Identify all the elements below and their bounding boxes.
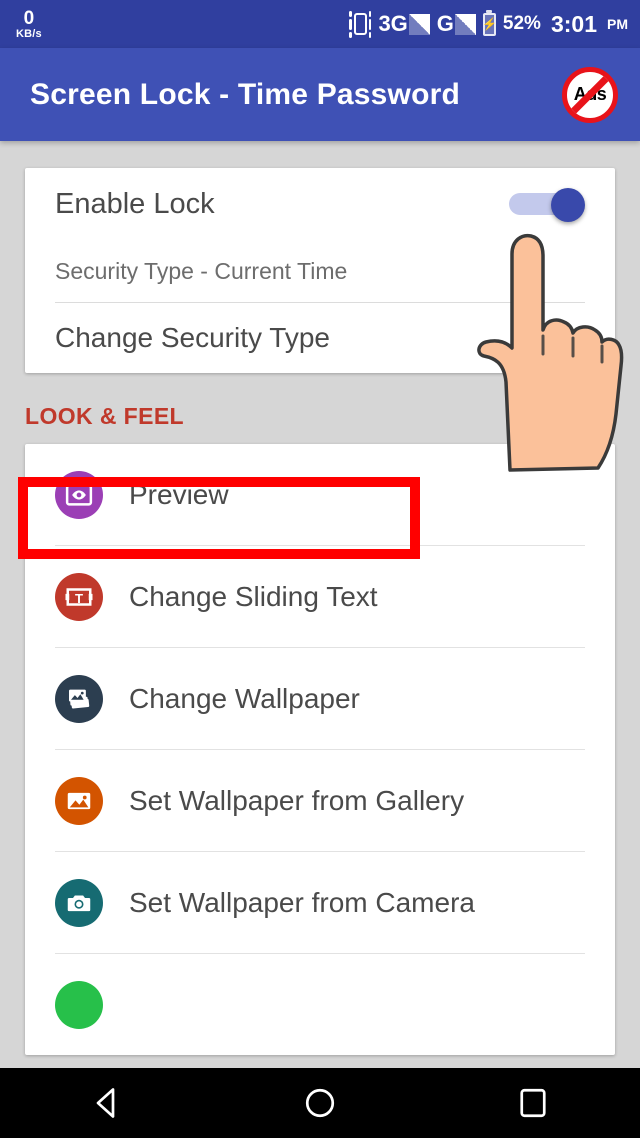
list-item-change-sliding-text[interactable]: T Change Sliding Text (25, 546, 615, 647)
change-security-type-label: Change Security Type (55, 322, 330, 353)
toggle-thumb (551, 188, 585, 222)
enable-lock-row[interactable]: Enable Lock (25, 168, 615, 240)
settings-scroll-area[interactable]: Enable Lock Security Type - Current Time… (0, 141, 640, 1068)
page-title: Screen Lock - Time Password (30, 77, 461, 111)
status-bar: 0 KB/s 3G G ⚡ 52% 3:01 PM (0, 0, 640, 48)
no-ads-slash (567, 71, 613, 118)
enable-lock-label: Enable Lock (55, 187, 215, 220)
stacked-photos-icon (55, 674, 103, 723)
home-circle-icon[interactable] (285, 1068, 355, 1138)
list-item-preview[interactable]: Preview (25, 444, 615, 545)
list-item-label: Set Wallpaper from Camera (129, 886, 475, 918)
change-security-type-row[interactable]: Change Security Type (25, 303, 615, 373)
status-clock: 3:01 (550, 10, 597, 37)
lock-settings-card: Enable Lock Security Type - Current Time… (25, 168, 615, 373)
text-format-icon: T (55, 572, 103, 621)
look-and-feel-section-title: LOOK & FEEL (25, 403, 185, 429)
status-clock-ampm: PM (607, 16, 628, 32)
app-bar: Screen Lock - Time Password Ads (0, 48, 640, 141)
list-item-partial[interactable] (25, 954, 615, 1055)
camera-icon (55, 878, 103, 927)
signal-bars-icon-2 (454, 14, 476, 35)
list-item-label: Set Wallpaper from Gallery (129, 784, 465, 816)
network-label-1: 3G (378, 11, 408, 36)
list-item-set-wallpaper-gallery[interactable]: Set Wallpaper from Gallery (25, 750, 615, 851)
signal-bars-icon-1 (408, 14, 430, 35)
back-triangle-icon[interactable] (72, 1068, 142, 1138)
battery-percent: 52% (502, 13, 541, 34)
no-ads-icon[interactable]: Ads (562, 66, 618, 123)
list-item-label: Change Sliding Text (129, 580, 378, 612)
svg-text:T: T (75, 590, 83, 605)
green-circle-icon (55, 980, 103, 1029)
status-icons: 3G G ⚡ 52% 3:01 PM (349, 10, 628, 38)
security-type-label: Security Type - Current Time (55, 257, 348, 284)
enable-lock-toggle[interactable] (509, 188, 585, 222)
signal-g: G (437, 13, 476, 35)
list-item-label: Preview (129, 478, 229, 510)
gallery-image-icon (55, 776, 103, 825)
eye-preview-icon (55, 470, 103, 519)
list-item-set-wallpaper-camera[interactable]: Set Wallpaper from Camera (25, 852, 615, 953)
look-and-feel-card: Preview T Change Sliding Text Change Wal… (25, 444, 615, 1055)
security-type-row: Security Type - Current Time (25, 240, 615, 302)
battery-charging-icon: ⚡ (482, 12, 497, 36)
list-item-change-wallpaper[interactable]: Change Wallpaper (25, 648, 615, 749)
network-speed-indicator: 0 KB/s (16, 9, 42, 40)
recents-square-icon[interactable] (498, 1068, 568, 1138)
network-speed-unit: KB/s (16, 27, 42, 40)
list-item-label: Change Wallpaper (129, 682, 360, 714)
vibrate-icon (349, 10, 372, 38)
android-nav-bar (0, 1068, 640, 1138)
network-label-2: G (436, 11, 454, 36)
signal-3g: 3G (378, 11, 430, 36)
network-speed-value: 0 (23, 7, 35, 29)
